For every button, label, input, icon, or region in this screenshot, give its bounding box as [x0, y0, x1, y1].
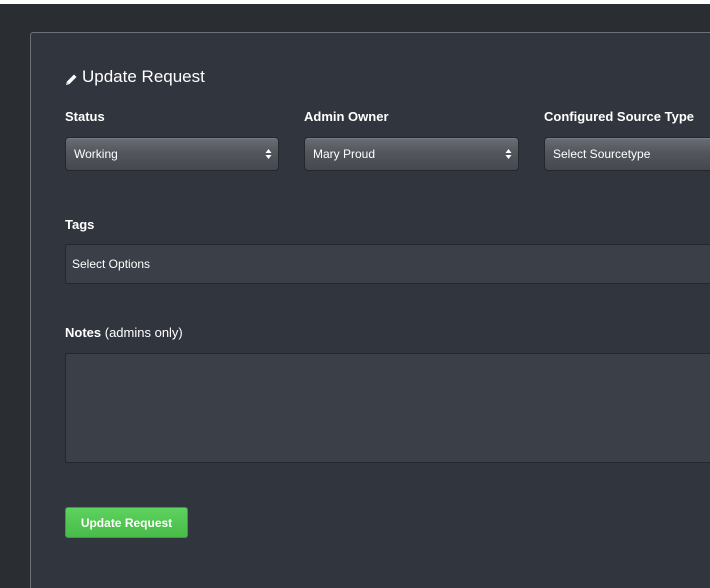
notes-label-suffix: (admins only)	[101, 325, 183, 340]
status-label: Status	[65, 109, 105, 124]
admin-owner-label: Admin Owner	[304, 109, 389, 124]
chevron-up-down-icon	[265, 148, 272, 160]
admin-owner-select[interactable]: Mary Proud	[304, 137, 519, 171]
page: Update Request Status Working Admin Owne…	[0, 0, 710, 588]
tags-multiselect[interactable]: Select Options	[65, 244, 710, 284]
tags-placeholder: Select Options	[72, 257, 151, 271]
chevron-up-down-icon	[505, 148, 512, 160]
update-request-button[interactable]: Update Request	[65, 507, 188, 538]
panel-title-text: Update Request	[82, 67, 205, 86]
admin-owner-select-value: Mary Proud	[313, 147, 376, 161]
sourcetype-label: Configured Source Type	[544, 109, 694, 124]
top-strip	[0, 0, 710, 4]
panel-title: Update Request	[65, 67, 205, 87]
sourcetype-select-value: Select Sourcetype	[553, 147, 651, 161]
sourcetype-select[interactable]: Select Sourcetype	[544, 137, 710, 171]
update-request-panel: Update Request Status Working Admin Owne…	[30, 32, 710, 588]
notes-textarea[interactable]	[65, 353, 710, 463]
pencil-icon	[65, 71, 78, 85]
notes-label-text: Notes	[65, 325, 102, 340]
status-select[interactable]: Working	[65, 137, 279, 171]
tags-label: Tags	[65, 217, 95, 232]
notes-label: Notes (admins only)	[65, 325, 183, 340]
status-select-value: Working	[74, 147, 118, 161]
